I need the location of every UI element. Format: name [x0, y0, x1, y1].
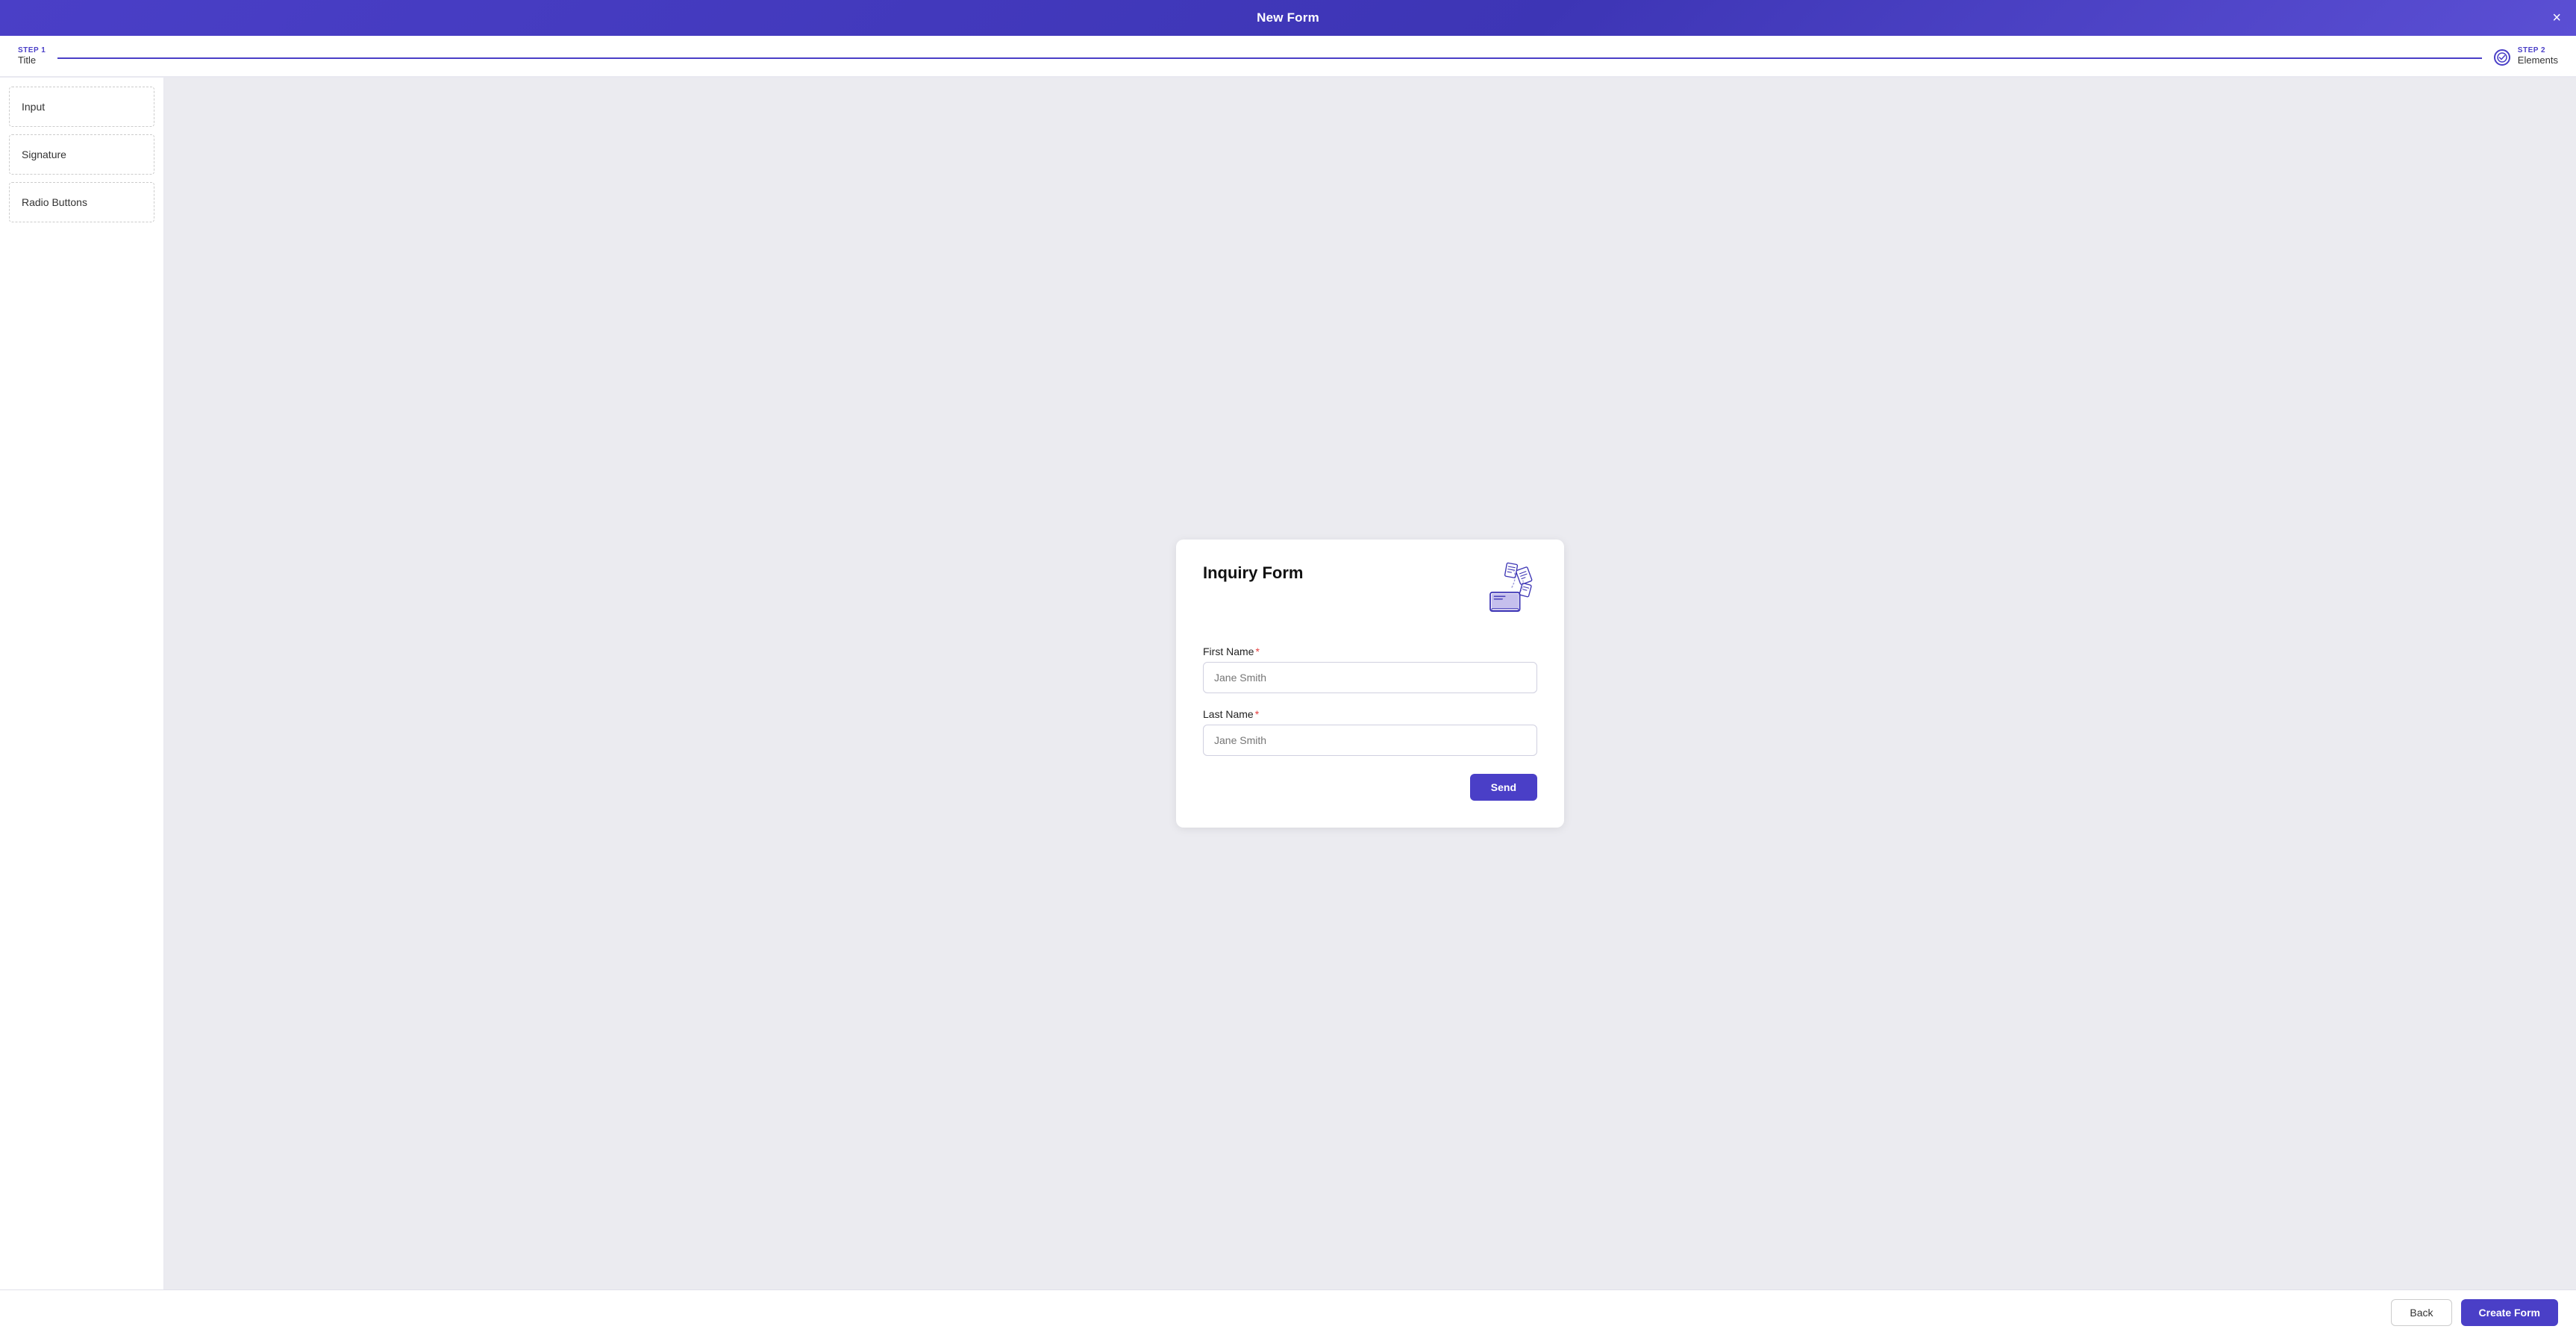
last-name-group: Last Name*	[1203, 708, 1537, 756]
sidebar-item-input[interactable]: Input	[9, 87, 154, 127]
create-form-button[interactable]: Create Form	[2461, 1299, 2558, 1326]
form-card: Inquiry Form	[1176, 540, 1564, 828]
form-card-header: Inquiry Form	[1203, 563, 1537, 625]
sidebar-item-signature[interactable]: Signature	[9, 134, 154, 175]
sidebar: Input Signature Radio Buttons	[0, 78, 164, 1289]
sidebar-item-radio-buttons[interactable]: Radio Buttons	[9, 182, 154, 222]
step-divider	[57, 57, 2482, 59]
first-name-input[interactable]	[1203, 662, 1537, 693]
back-button[interactable]: Back	[2391, 1299, 2451, 1326]
send-button[interactable]: Send	[1470, 774, 1537, 801]
steps-bar: STEP 1 Title STEP 2 Elements	[0, 36, 2576, 78]
step1-name: Title	[18, 54, 46, 66]
form-actions: Send	[1203, 774, 1537, 801]
last-name-input[interactable]	[1203, 725, 1537, 756]
step2-name: Elements	[2518, 54, 2558, 66]
app-header: New Form ×	[0, 0, 2576, 36]
close-button[interactable]: ×	[2552, 10, 2561, 25]
last-name-label: Last Name*	[1203, 708, 1537, 720]
step2-container: STEP 2 Elements	[2494, 46, 2558, 66]
first-name-required: *	[1255, 645, 1259, 657]
footer: Back Create Form	[0, 1289, 2576, 1335]
first-name-group: First Name*	[1203, 645, 1537, 693]
form-preview-area: Inquiry Form	[164, 78, 2576, 1289]
step2: STEP 2 Elements	[2518, 46, 2558, 66]
first-name-label: First Name*	[1203, 645, 1537, 657]
step1: STEP 1 Title	[18, 46, 46, 66]
main-content: Input Signature Radio Buttons Inquiry Fo…	[0, 78, 2576, 1289]
step1-label: STEP 1	[18, 46, 46, 54]
last-name-required: *	[1255, 708, 1259, 720]
header-title: New Form	[1257, 10, 1319, 25]
step2-label: STEP 2	[2518, 46, 2558, 54]
form-title: Inquiry Form	[1203, 563, 1303, 583]
form-illustration	[1470, 557, 1537, 625]
step2-check-icon	[2494, 49, 2510, 66]
